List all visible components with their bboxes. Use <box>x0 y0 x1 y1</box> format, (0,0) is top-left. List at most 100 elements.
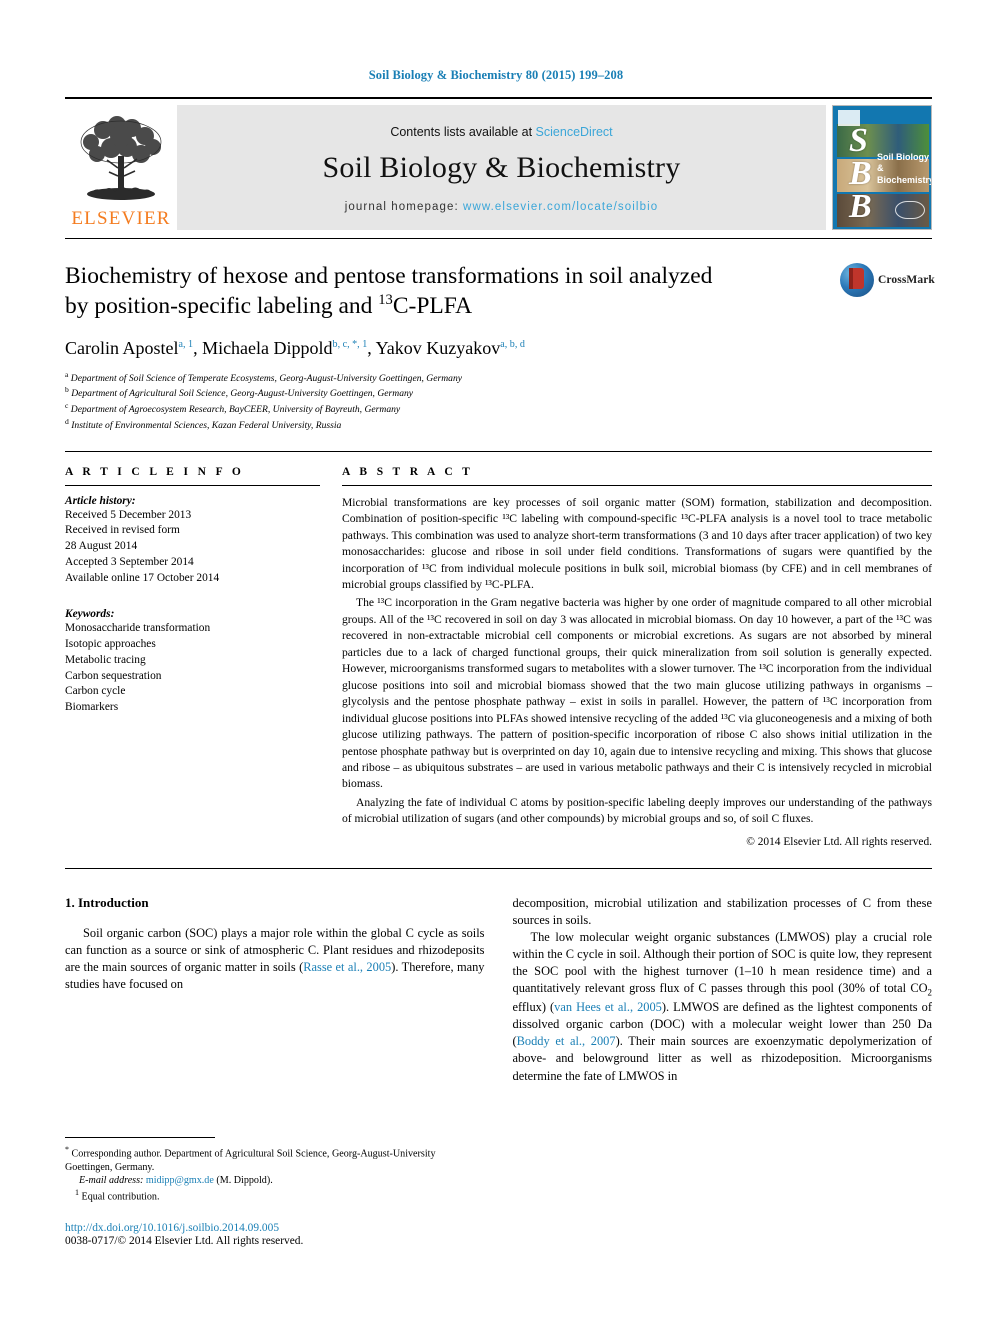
abstract-paragraph: Analyzing the fate of individual C atoms… <box>342 795 932 826</box>
masthead-bottom-rule <box>65 238 932 239</box>
keyword-item: Carbon cycle <box>65 685 126 698</box>
running-head: Soil Biology & Biochemistry 80 (2015) 19… <box>368 68 624 82</box>
homepage-prefix: journal homepage: <box>344 200 464 213</box>
title-line-2-post: C-PLFA <box>392 293 473 320</box>
title-line-1: Biochemistry of hexose and pentose trans… <box>65 263 713 289</box>
email-owner: (M. Dippold). <box>216 1175 273 1187</box>
abstract-paragraph: The ¹³C incorporation in the Gram negati… <box>342 596 932 791</box>
title-bottom-rule <box>65 450 932 452</box>
journal-cover-thumbnail[interactable]: S B B Soil Biology & Biochemistry <box>832 105 932 230</box>
footnote-mark-1: 1 <box>75 1187 79 1197</box>
cover-journal-title: Soil Biology & Biochemistry <box>877 152 932 185</box>
author-list: Carolin Apostela, 1, Michaela Dippoldb, … <box>65 338 525 359</box>
crossmark-badge[interactable]: CrossMark <box>840 261 935 297</box>
keyword-item: Biomarkers <box>65 701 119 714</box>
body-two-columns: 1. Introduction Soil organic carbon (SOC… <box>65 895 932 1085</box>
keyword-item: Metabolic tracing <box>65 653 146 666</box>
body-text: The low molecular weight organic substan… <box>512 930 933 996</box>
body-text: efflux) ( <box>512 1000 555 1015</box>
cover-letter-s: S <box>849 122 868 159</box>
affiliation-text-a: Department of Soil Science of Temperate … <box>70 372 462 384</box>
article-history-item: Available online 17 October 2014 <box>65 571 220 584</box>
footnote-block: * Corresponding author. Department of Ag… <box>65 1137 485 1247</box>
affiliation-item: c Department of Agroecosystem Research, … <box>65 401 826 417</box>
footnote-email: E-mail address: midipp@gmx.de (M. Dippol… <box>65 1174 485 1188</box>
citation-link[interactable]: van Hees et al., 2005 <box>554 1000 662 1014</box>
article-info-column: A R T I C L E I N F O Article history: R… <box>65 466 320 848</box>
journal-homepage-line: journal homepage: www.elsevier.com/locat… <box>345 201 658 213</box>
title-sup-13: 13 <box>378 292 393 309</box>
footnote-rule <box>65 1137 215 1138</box>
sciencedirect-link[interactable]: ScienceDirect <box>536 125 613 139</box>
abstract-paragraph: Microbial transformations are key proces… <box>342 495 932 591</box>
affiliation-mark-c: c <box>65 401 69 411</box>
affiliation-list: a Department of Soil Science of Temperat… <box>65 370 826 433</box>
body-right-column: decomposition, microbial utilization and… <box>513 895 933 1085</box>
keyword-item: Monosaccharide transformation <box>65 622 211 635</box>
citation-link[interactable]: Boddy et al., 2007 <box>517 1034 616 1048</box>
footnote-mark-asterisk: * <box>65 1145 69 1154</box>
body-left-column: 1. Introduction Soil organic carbon (SOC… <box>65 895 485 1085</box>
doi-block: http://dx.doi.org/10.1016/j.soilbio.2014… <box>65 1222 485 1247</box>
contents-prefix: Contents lists available at <box>390 124 536 139</box>
email-address-label: E-mail address: <box>79 1175 144 1187</box>
affiliation-mark-a: a <box>65 369 69 379</box>
body-paragraph: decomposition, microbial utilization and… <box>512 895 933 927</box>
affiliation-mark-d: d <box>65 416 69 426</box>
author-name-2[interactable]: Michaela Dippold <box>202 338 332 358</box>
cover-society-logo-icon <box>895 201 925 219</box>
affiliation-text-b: Department of Agricultural Soil Science,… <box>71 388 414 400</box>
abstract-rule <box>342 484 932 486</box>
author-marks-2: b, c, *, 1 <box>332 339 368 351</box>
doi-link[interactable]: http://dx.doi.org/10.1016/j.soilbio.2014… <box>65 1222 485 1234</box>
article-history-label: Article history: <box>65 494 136 507</box>
article-history-item: Received in revised form <box>65 524 180 537</box>
title-block: Biochemistry of hexose and pentose trans… <box>65 261 935 433</box>
journal-title: Soil Biology & Biochemistry <box>322 150 681 184</box>
affiliation-text-d: Institute of Environmental Sciences, Kaz… <box>71 420 342 432</box>
section-heading-introduction: 1. Introduction <box>65 894 149 910</box>
footnote-equal-contribution: 1 Equal contribution. <box>65 1188 485 1204</box>
paper-page: Soil Biology & Biochemistry 80 (2015) 19… <box>0 0 992 1323</box>
article-info-rule <box>65 484 320 486</box>
elsevier-tree-icon <box>80 116 162 200</box>
author-marks-1: a, 1 <box>178 339 194 351</box>
journal-masthead: ELSEVIER Contents lists available at Sci… <box>65 97 932 230</box>
homepage-url-link[interactable]: www.elsevier.com/locate/soilbio <box>463 201 658 213</box>
contents-available-line: Contents lists available at ScienceDirec… <box>390 125 612 139</box>
email-link[interactable]: midipp@gmx.de <box>146 1175 214 1186</box>
article-history-item: Received 5 December 2013 <box>65 508 192 521</box>
article-history-item: Accepted 3 September 2014 <box>65 555 194 568</box>
abstract-heading: A B S T R A C T <box>342 465 474 478</box>
crossmark-icon <box>840 263 874 297</box>
info-abstract-region: A R T I C L E I N F O Article history: R… <box>65 466 932 848</box>
elsevier-wordmark: ELSEVIER <box>71 208 171 229</box>
affiliation-item: d Institute of Environmental Sciences, K… <box>65 417 826 433</box>
keyword-item: Isotopic approaches <box>65 638 156 651</box>
article-info-heading: A R T I C L E I N F O <box>65 465 245 478</box>
author-name-1[interactable]: Carolin Apostel <box>65 338 179 358</box>
article-history-item: 28 August 2014 <box>65 540 138 553</box>
abstract-bottom-rule <box>65 867 932 869</box>
body-paragraph: Soil organic carbon (SOC) plays a major … <box>65 925 485 993</box>
footnote-corresponding-text: Corresponding author. Department of Agri… <box>65 1148 436 1173</box>
affiliation-mark-b: b <box>65 385 69 395</box>
body-paragraph: The low molecular weight organic substan… <box>513 929 933 1085</box>
masthead-center-panel: Contents lists available at ScienceDirec… <box>177 105 826 230</box>
page-title: Biochemistry of hexose and pentose trans… <box>65 261 826 321</box>
abstract-copyright: © 2014 Elsevier Ltd. All rights reserved… <box>746 835 932 848</box>
author-marks-3: a, b, d <box>500 339 525 351</box>
crossmark-label: CrossMark <box>878 274 935 286</box>
citation-link[interactable]: Rasse et al., 2005 <box>303 960 391 974</box>
affiliation-item: b Department of Agricultural Soil Scienc… <box>65 385 826 401</box>
author-name-3[interactable]: Yakov Kuzyakov <box>376 338 501 358</box>
title-line-2-pre: by position-specific labeling and <box>65 293 379 320</box>
keywords-label: Keywords: <box>65 608 115 621</box>
co2-subscript: 2 <box>927 987 932 998</box>
footnote-corresponding-author: * Corresponding author. Department of Ag… <box>65 1145 485 1174</box>
footnote-equal-text: Equal contribution. <box>81 1191 160 1203</box>
cover-letter-b2: B <box>849 188 872 225</box>
affiliation-item: a Department of Soil Science of Temperat… <box>65 370 826 386</box>
issn-copyright-line: 0038-0717/© 2014 Elsevier Ltd. All right… <box>65 1234 304 1247</box>
keyword-item: Carbon sequestration <box>65 669 162 682</box>
